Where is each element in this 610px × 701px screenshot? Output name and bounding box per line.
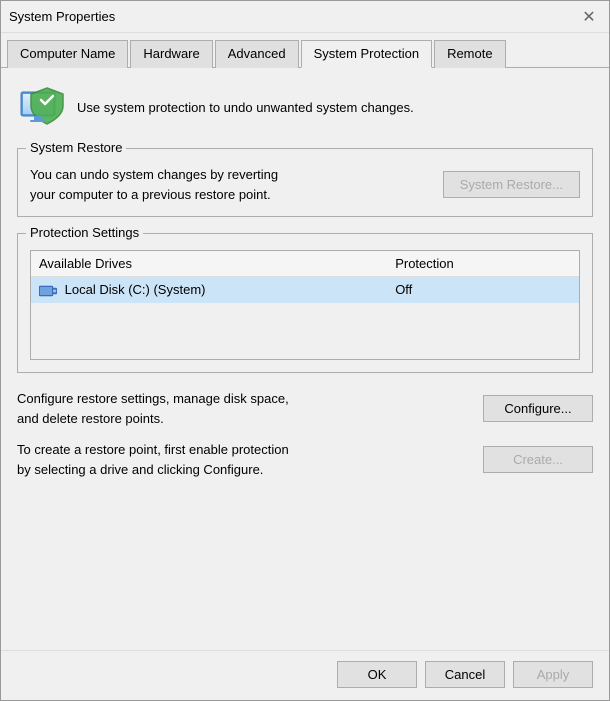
- system-restore-legend: System Restore: [26, 140, 126, 155]
- tab-remote[interactable]: Remote: [434, 40, 506, 68]
- tab-computer-name[interactable]: Computer Name: [7, 40, 128, 68]
- system-restore-description: You can undo system changes by reverting…: [30, 165, 278, 204]
- tab-bar: Computer Name Hardware Advanced System P…: [1, 33, 609, 68]
- drive-protection-cell: Off: [387, 277, 579, 303]
- protection-settings-group: Protection Settings Available Drives Pro…: [17, 233, 593, 373]
- drives-table-wrapper[interactable]: Available Drives Protection: [30, 250, 580, 360]
- drives-table: Available Drives Protection: [31, 251, 579, 303]
- system-protection-icon: [17, 84, 65, 132]
- cancel-button[interactable]: Cancel: [425, 661, 505, 688]
- system-properties-window: System Properties ✕ Computer Name Hardwa…: [0, 0, 610, 701]
- configure-description: Configure restore settings, manage disk …: [17, 389, 289, 428]
- drive-name-cell: Local Disk (C:) (System): [31, 277, 387, 303]
- tab-advanced[interactable]: Advanced: [215, 40, 299, 68]
- create-button[interactable]: Create...: [483, 446, 593, 473]
- drives-table-container: Available Drives Protection: [30, 242, 580, 360]
- title-bar: System Properties ✕: [1, 1, 609, 33]
- tab-hardware[interactable]: Hardware: [130, 40, 212, 68]
- drive-icon: [39, 284, 57, 298]
- info-description: Use system protection to undo unwanted s…: [77, 99, 414, 117]
- tab-system-protection[interactable]: System Protection: [301, 40, 433, 68]
- configure-button[interactable]: Configure...: [483, 395, 593, 422]
- column-header-drives: Available Drives: [31, 251, 387, 277]
- apply-button[interactable]: Apply: [513, 661, 593, 688]
- system-restore-content: You can undo system changes by reverting…: [30, 157, 580, 204]
- window-title: System Properties: [9, 9, 115, 24]
- drive-row[interactable]: Local Disk (C:) (System) Off: [31, 277, 579, 303]
- system-restore-group: System Restore You can undo system chang…: [17, 148, 593, 217]
- footer: OK Cancel Apply: [1, 650, 609, 700]
- protection-settings-legend: Protection Settings: [26, 225, 143, 240]
- close-button[interactable]: ✕: [577, 5, 601, 29]
- drive-name: Local Disk (C:) (System): [65, 282, 206, 297]
- create-description: To create a restore point, first enable …: [17, 440, 289, 479]
- column-header-protection: Protection: [387, 251, 579, 277]
- ok-button[interactable]: OK: [337, 661, 417, 688]
- tab-content: Use system protection to undo unwanted s…: [1, 68, 609, 650]
- create-row: To create a restore point, first enable …: [17, 440, 593, 479]
- system-restore-button[interactable]: System Restore...: [443, 171, 580, 198]
- configure-row: Configure restore settings, manage disk …: [17, 389, 593, 428]
- info-section: Use system protection to undo unwanted s…: [17, 84, 593, 132]
